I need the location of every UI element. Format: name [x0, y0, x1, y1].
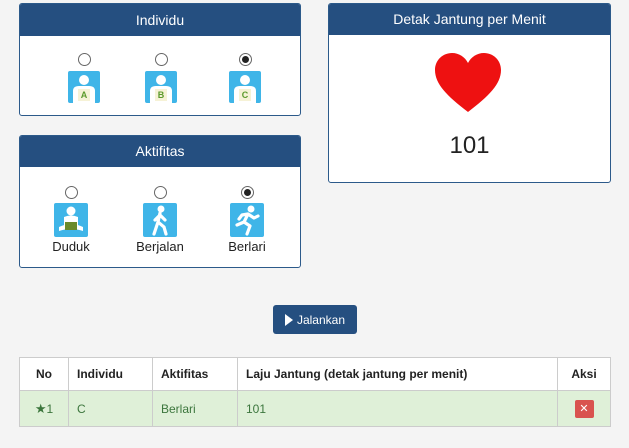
- individu-letter-b: B: [155, 89, 167, 101]
- bpm-value: 101: [449, 132, 490, 159]
- individu-radio-a[interactable]: [77, 53, 91, 66]
- activity-panel-title: Aktifitas: [20, 136, 300, 167]
- individu-letter-a: A: [78, 89, 90, 101]
- activity-option-berjalan[interactable]: Berjalan: [132, 186, 188, 254]
- col-header-individu: Individu: [68, 357, 153, 391]
- activity-label-berlari: Berlari: [228, 239, 266, 254]
- col-header-laju: Laju Jantung (detak jantung per menit): [237, 357, 558, 391]
- individu-option-c[interactable]: C: [227, 53, 263, 103]
- activity-option-berlari[interactable]: Berlari: [222, 186, 272, 254]
- individu-letter-c: C: [239, 89, 251, 101]
- individu-option-a[interactable]: A: [66, 53, 102, 103]
- table-row: ★1 C Berlari 101 ✕: [19, 390, 611, 427]
- cell-aksi: ✕: [557, 390, 611, 427]
- activity-option-duduk[interactable]: Duduk: [48, 186, 94, 254]
- individu-panel-title: Individu: [20, 4, 300, 36]
- run-button-label: Jalankan: [296, 312, 346, 327]
- cell-aktifitas: Berlari: [152, 390, 238, 427]
- heart-rate-panel-title: Detak Jantung per Menit: [329, 4, 610, 35]
- individu-option-b[interactable]: B: [143, 53, 179, 103]
- results-table: No Individu Aktifitas Laju Jantung (deta…: [19, 357, 611, 427]
- activity-label-berjalan: Berjalan: [136, 239, 184, 254]
- cell-no: ★1: [19, 390, 69, 427]
- sitting-person-icon[interactable]: [54, 203, 88, 237]
- individu-panel: Individu A B C: [19, 3, 301, 116]
- run-button[interactable]: Jalankan: [273, 305, 357, 334]
- individu-radio-c[interactable]: [238, 53, 252, 66]
- person-icon[interactable]: C: [229, 71, 261, 103]
- play-icon: [284, 313, 293, 326]
- activity-label-duduk: Duduk: [52, 239, 90, 254]
- col-header-no: No: [19, 357, 69, 391]
- walking-person-icon[interactable]: [143, 203, 177, 237]
- activity-radio-berlari[interactable]: [240, 186, 254, 199]
- activity-radio-berjalan[interactable]: [153, 186, 167, 199]
- running-person-icon[interactable]: [230, 203, 264, 237]
- cell-laju: 101: [237, 390, 558, 427]
- cell-individu: C: [68, 390, 153, 427]
- activity-panel: Aktifitas Duduk Berjalan Berlari: [19, 135, 301, 268]
- delete-row-button[interactable]: ✕: [574, 399, 594, 418]
- table-header-row: No Individu Aktifitas Laju Jantung (deta…: [19, 357, 611, 391]
- star-icon: ★: [34, 400, 47, 416]
- row-number: 1: [46, 401, 54, 416]
- person-icon[interactable]: B: [145, 71, 177, 103]
- heart-rate-panel: Detak Jantung per Menit 101: [328, 3, 611, 183]
- heart-icon: [433, 52, 503, 114]
- individu-radio-b[interactable]: [154, 53, 168, 66]
- col-header-aksi: Aksi: [557, 357, 611, 391]
- activity-radio-duduk[interactable]: [64, 186, 78, 199]
- person-icon[interactable]: A: [68, 71, 100, 103]
- col-header-aktifitas: Aktifitas: [152, 357, 238, 391]
